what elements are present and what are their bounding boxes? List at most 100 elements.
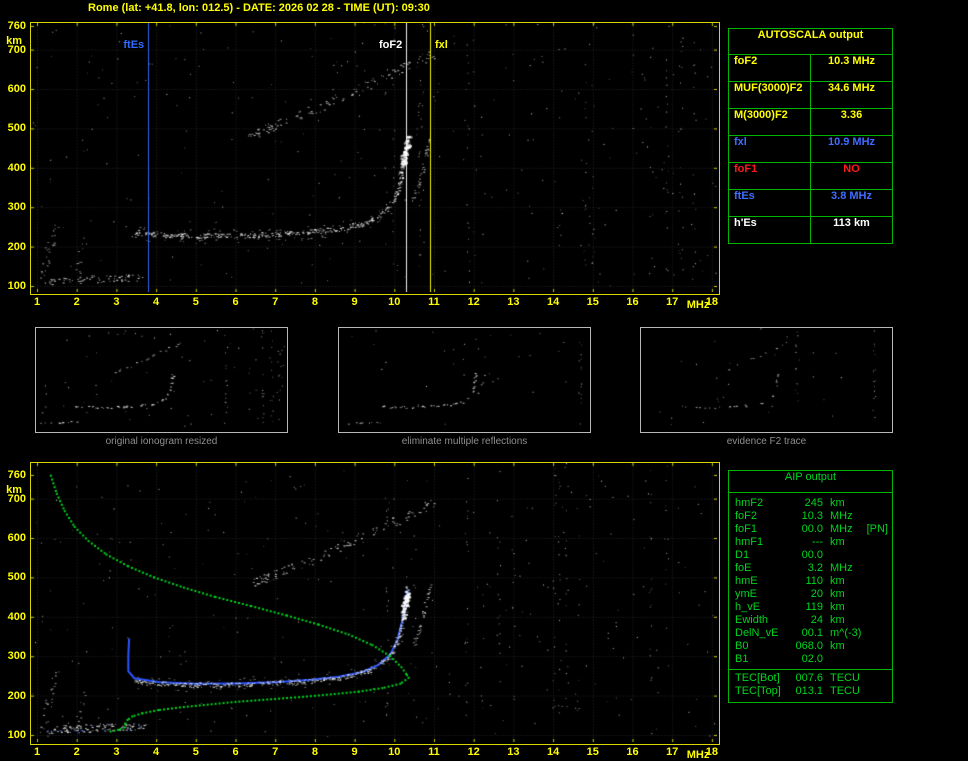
aip-cell-v: 02.0 (801, 653, 823, 665)
aip-cell-v: 24 (810, 614, 823, 626)
x-axis-tick-label: 15 (586, 296, 599, 308)
aip-row: hmF2 245 km (729, 497, 892, 510)
x-axis-tick-label: 10 (388, 746, 401, 758)
aip-cell-n (861, 653, 888, 666)
bottom-ionogram-plot (30, 462, 720, 745)
thumbnail-caption-f2trace: evidence F2 trace (726, 436, 807, 447)
aip-cell-n (861, 575, 888, 588)
autoscala-row: foF1 NO (729, 163, 892, 190)
x-axis-tick-label: 11 (428, 296, 440, 308)
aip-cell-v: 20 (810, 588, 823, 600)
aip-cell-v: 00.0 (801, 549, 823, 561)
aip-cell-n (861, 536, 888, 549)
autoscala-row-label: M(3000)F2 (729, 109, 811, 135)
autoscala-row-label: ftEs (729, 190, 811, 216)
autoscala-row-label: MUF(3000)F2 (729, 82, 811, 108)
x-axis-tick-label: 16 (626, 746, 639, 758)
x-axis-unit-label: MHz (686, 749, 710, 761)
aip-row: DelN_vE 00.1 m^(-3) (729, 627, 892, 640)
aip-cell-n (861, 640, 888, 653)
autoscala-row: MUF(3000)F2 34.6 MHz (729, 82, 892, 109)
y-axis-tick-label: 200 (7, 689, 26, 702)
y-axis-tick-label: 200 (7, 240, 26, 253)
aip-row: B1 02.0 (729, 653, 892, 666)
autoscala-row-value: 10.3 MHz (827, 55, 876, 67)
marker-label-fxl: fxl (435, 39, 448, 51)
y-axis-tick-label: 300 (7, 201, 26, 214)
thumbnail-original-ionogram (35, 327, 288, 433)
aip-cell-l: foF1 (735, 523, 758, 535)
aip-cell-n (861, 685, 888, 698)
aip-cell-u: MHz (830, 510, 853, 522)
aip-cell-l: hmE (735, 575, 758, 587)
x-axis-tick-label: 4 (153, 746, 160, 758)
aip-row: h_vE 119 km (729, 601, 892, 614)
aip-cell-v: 119 (805, 601, 823, 613)
aip-cell-l: DelN_vE (735, 627, 779, 639)
y-axis-tick-label: 400 (7, 610, 26, 623)
x-axis-unit-label: MHz (686, 299, 710, 311)
aip-cell-n (861, 614, 888, 627)
aip-cell-v: 00.1 (801, 627, 823, 639)
aip-cell-l: ymE (735, 588, 757, 600)
x-axis-tick-label: 10 (388, 296, 401, 308)
autoscala-row-label: foF2 (729, 55, 811, 81)
station-title: Rome (lat: +41.8, lon: 012.5) - DATE: 20… (88, 2, 430, 14)
aip-cell-u: TECU (830, 672, 860, 684)
aip-cell-u (823, 653, 861, 666)
aip-cell-n (861, 588, 888, 601)
aip-table-rows: hmF2 245 km foF2 10.3 MHz foF1 00.0 MHz [PN] hmF1 -… (729, 497, 892, 698)
aip-cell-n (861, 627, 888, 640)
bottom-ionogram-canvas (31, 463, 717, 742)
aip-cell-n (861, 510, 888, 523)
x-axis-tick-label: 13 (507, 296, 520, 308)
aip-cell-u: TECU (830, 685, 860, 697)
aip-cell-l: D1 (735, 549, 750, 561)
top-ionogram-plot (30, 22, 720, 295)
thumbnail-multiple-reflections-canvas (339, 328, 590, 432)
aip-cell-l: TEC[Bot] (735, 672, 780, 684)
x-axis-tick-label: 6 (232, 746, 239, 758)
aip-cell-u: km (830, 640, 845, 652)
x-axis-tick-label: 3 (113, 746, 120, 758)
autoscala-row-value: 34.6 MHz (827, 82, 876, 94)
thumbnail-multiple-reflections (338, 327, 591, 433)
aip-cell-v: --- (812, 536, 823, 548)
aip-row: B0 068.0 km (729, 640, 892, 653)
aip-cell-n (861, 672, 888, 685)
aip-cell-u: MHz (830, 523, 853, 535)
thumbnail-caption-original: original ionogram resized (105, 436, 218, 447)
x-axis-tick-label: 6 (232, 296, 239, 308)
aip-cell-u: MHz (830, 562, 853, 574)
aip-row: hmE 110 km (729, 575, 892, 588)
x-axis-tick-label: 5 (192, 296, 199, 308)
aip-row: ymE 20 km (729, 588, 892, 601)
aip-cell-n (861, 562, 888, 575)
aip-cell-l: TEC[Top] (735, 685, 781, 697)
y-axis-unit-label: km (6, 483, 22, 496)
aip-cell-l: B0 (735, 640, 749, 652)
aip-row: foF1 00.0 MHz [PN] (729, 523, 892, 536)
aip-cell-n: [PN] (866, 523, 888, 535)
aip-cell-v: 068.0 (795, 640, 823, 652)
aip-row: TEC[Top] 013.1 TECU (729, 685, 892, 698)
aip-row: TEC[Bot] 007.6 TECU (729, 672, 892, 685)
x-axis-tick-label: 4 (153, 296, 160, 308)
x-axis-tick-label: 5 (192, 746, 199, 758)
x-axis-tick-label: 14 (546, 746, 560, 758)
aip-row: Ewidth 24 km (729, 614, 892, 627)
thumbnail-caption-reflections: eliminate multiple reflections (401, 436, 528, 447)
x-axis-tick-label: 1 (33, 296, 41, 308)
aip-cell-v: 013.1 (795, 685, 823, 697)
aip-row: hmF1 --- km (729, 536, 892, 549)
autoscala-row-value: 3.8 MHz (831, 190, 872, 202)
aip-cell-l: hmF1 (735, 536, 764, 548)
aip-cell-u: km (830, 614, 845, 626)
x-axis-tick-label: 2 (73, 746, 80, 758)
autoscala-row: fxl 10.9 MHz (729, 136, 892, 163)
y-axis-tick-label: 100 (7, 729, 26, 741)
aip-row: foF2 10.3 MHz (729, 510, 892, 523)
x-axis-tick-label: 12 (467, 296, 480, 308)
aip-cell-u: km (830, 588, 845, 600)
x-axis-tick-label: 14 (546, 296, 560, 308)
